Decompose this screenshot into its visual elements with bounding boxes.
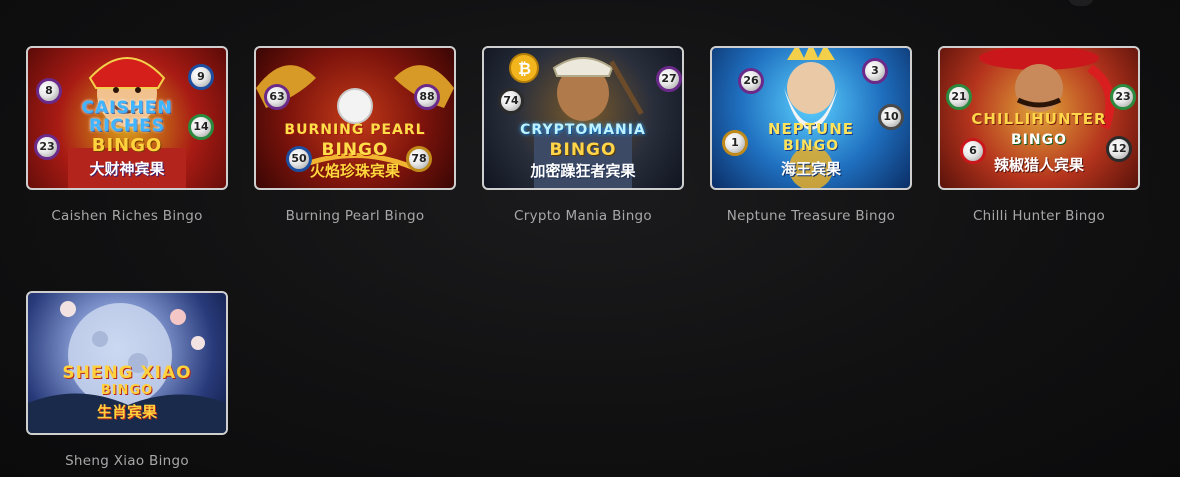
game-thumbnail[interactable]: ₿ 74 27 CRYPTOMANIA BINGO 加密躁狂者宾果 [482, 46, 684, 190]
logo-line-1: CRYPTOMANIA [520, 122, 646, 138]
game-thumbnail[interactable]: 63 88 50 78 BURNING PEARL BINGO 火焰珍珠宾果 [254, 46, 456, 190]
game-grid: 8 9 14 23 CAISHEN RICHES BINGO 大财神宾果 Cai… [0, 0, 1180, 477]
bingo-ball-icon: 63 [264, 84, 290, 110]
game-title[interactable]: Caishen Riches Bingo [6, 208, 248, 224]
logo-line-1: CAISHEN [81, 98, 173, 118]
game-title[interactable]: Chilli Hunter Bingo [918, 208, 1160, 224]
svg-text:₿: ₿ [518, 59, 531, 78]
logo-line-1: CHILLIHUNTER [971, 110, 1107, 128]
game-thumbnail[interactable]: SHENG XIAO BINGO 生肖宾果 [26, 291, 228, 435]
game-thumbnail[interactable]: 8 9 14 23 CAISHEN RICHES BINGO 大财神宾果 [26, 46, 228, 190]
bingo-ball-icon: 3 [862, 58, 888, 84]
bingo-ball-icon: 21 [946, 84, 972, 110]
logo-line-2: BINGO [100, 383, 154, 398]
logo-line-2: BINGO [1011, 132, 1067, 148]
scroll-indicator [1068, 0, 1094, 6]
logo-line-2: RICHES [89, 116, 165, 136]
chinese-title: 海王宾果 [780, 160, 841, 178]
chinese-title: 辣椒猎人宾果 [993, 156, 1084, 174]
chinese-title: 火焰珍珠宾果 [309, 162, 400, 180]
bingo-ball-icon: 9 [188, 64, 214, 90]
bingo-ball-icon: 27 [656, 66, 682, 92]
game-thumbnail[interactable]: 26 3 10 1 NEPTUNE BINGO 海王宾果 [710, 46, 912, 190]
logo-line-2: BINGO [549, 140, 617, 160]
bingo-ball-icon: 23 [1110, 84, 1136, 110]
bingo-ball-icon: 74 [498, 88, 524, 114]
game-thumbnail[interactable]: 21 23 6 12 CHILLIHUNTER BINGO 辣椒猎人宾果 [938, 46, 1140, 190]
game-title[interactable]: Sheng Xiao Bingo [6, 453, 248, 469]
bingo-ball-icon: 88 [414, 84, 440, 110]
game-title[interactable]: Neptune Treasure Bingo [690, 208, 932, 224]
logo-line-1: NEPTUNE [767, 120, 854, 138]
logo-line-1: SHENG XIAO [62, 363, 192, 383]
logo-line-2: BINGO [321, 140, 389, 160]
logo-line-2: BINGO [783, 138, 839, 154]
game-title[interactable]: Burning Pearl Bingo [234, 208, 476, 224]
chinese-title: 加密躁狂者宾果 [530, 162, 636, 180]
chinese-title: 生肖宾果 [96, 403, 157, 421]
bingo-ball-icon: 26 [738, 68, 764, 94]
logo-line-3: BINGO [91, 135, 163, 156]
game-title[interactable]: Crypto Mania Bingo [462, 208, 704, 224]
chinese-title: 大财神宾果 [89, 160, 165, 178]
logo-line-1: BURNING PEARL [284, 122, 426, 138]
